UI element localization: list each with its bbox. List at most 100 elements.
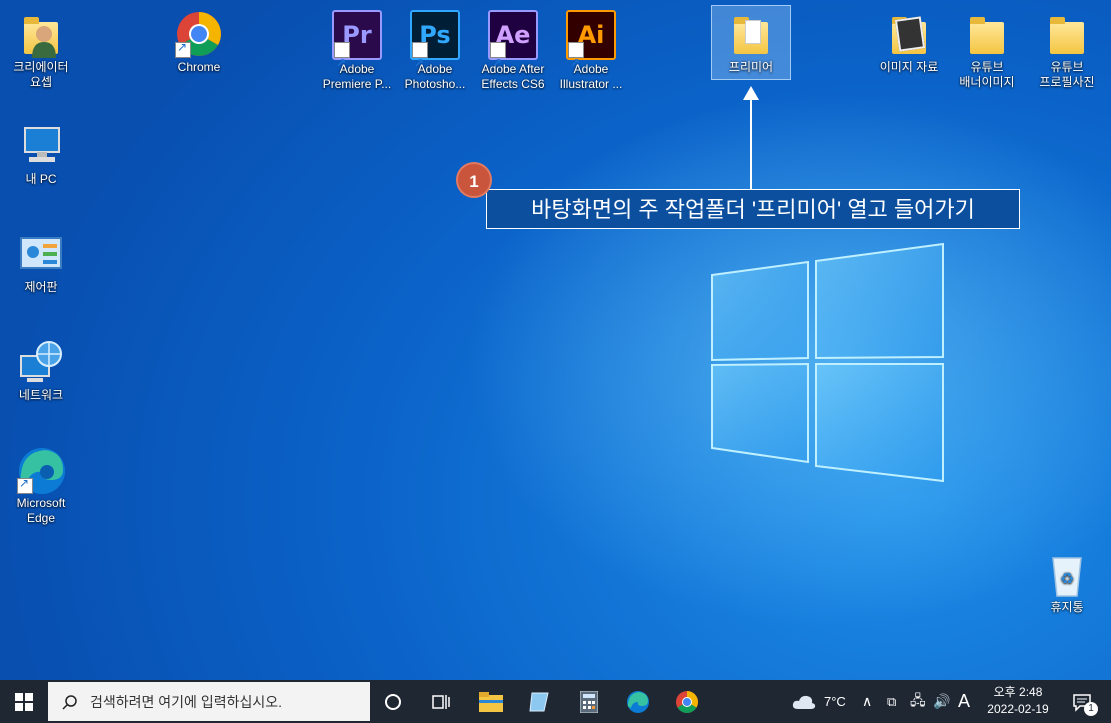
label-line-1: 크리에이터 — [13, 60, 69, 74]
label-line-1: 유튜브 — [970, 60, 1004, 74]
illustrator-icon: Ai — [566, 10, 616, 86]
taskbar: 검색하려면 여기에 입력하십시오. 7°C ∧ ⧉ 🖧 🔊 A 오후 2:48 … — [0, 680, 1111, 723]
shortcut-arrow-icon — [175, 40, 191, 58]
taskbar-clock[interactable]: 오후 2:48 2022-02-19 — [978, 684, 1058, 718]
desktop-icon-label: 크리에이터 요셉 — [2, 60, 80, 90]
callout-step-badge: 1 — [456, 162, 492, 198]
desktop-icon-label: 프리미어 — [728, 60, 774, 74]
label-line-2: 요셉 — [29, 75, 53, 89]
edge-icon — [17, 446, 65, 494]
desktop-icon-chrome[interactable]: Chrome — [160, 6, 238, 75]
cortana-circle-icon — [385, 693, 401, 710]
desktop-icon-image-assets[interactable]: 이미지 자료 — [870, 6, 948, 75]
taskbar-notepad[interactable] — [516, 680, 562, 723]
desktop-icon-youtube-banner[interactable]: 유튜브 배너이미지 — [948, 6, 1026, 90]
desktop-icon-label: 이미지 자료 — [879, 60, 939, 74]
desktop-icon-label: Adobe Premiere P... — [318, 62, 396, 92]
label-line-2: 배너이미지 — [959, 75, 1015, 89]
desktop-icon-this-pc[interactable]: 내 PC — [2, 118, 80, 187]
premiere-icon: Pr — [332, 10, 382, 86]
task-view-button[interactable] — [418, 680, 464, 723]
desktop-icon-youtube-profile[interactable]: 유튜브 프로필사진 — [1028, 6, 1106, 90]
taskbar-search-box[interactable]: 검색하려면 여기에 입력하십시오. — [48, 682, 370, 721]
start-button[interactable] — [0, 680, 48, 723]
cloud-icon — [792, 695, 816, 709]
taskbar-chrome[interactable] — [664, 680, 710, 723]
label-line-2: 프로필사진 — [1039, 75, 1095, 89]
show-hidden-icons[interactable]: ∧ — [862, 680, 872, 723]
input-method-indicator[interactable]: A — [958, 680, 970, 723]
shortcut-arrow-icon — [17, 476, 33, 494]
clock-date: 2022-02-19 — [987, 702, 1049, 716]
taskbar-calculator[interactable] — [566, 680, 612, 723]
chevron-up-icon: ∧ — [862, 693, 873, 709]
recycle-bin-icon: ♻ — [1043, 550, 1091, 598]
desktop-icon-label: 제어판 — [24, 280, 58, 294]
weather-widget[interactable]: 7°C — [792, 680, 846, 723]
task-view-icon — [432, 694, 450, 709]
control-panel-icon — [17, 230, 65, 278]
windows-start-icon — [15, 692, 33, 711]
desktop-icon-creator[interactable]: 크리에이터 요셉 — [2, 6, 80, 90]
volume-icon: 🔊 — [933, 693, 951, 709]
folder-icon — [963, 10, 1011, 58]
calculator-icon — [580, 690, 598, 713]
meet-now-icon: ⧉ — [887, 693, 897, 709]
chrome-icon — [676, 690, 698, 713]
notification-count-badge: 1 — [1084, 702, 1098, 716]
desktop-icon-premiere-folder[interactable]: 프리미어 — [711, 5, 791, 80]
desktop-icon-label: Chrome — [177, 60, 221, 74]
desktop-icon-label: Adobe Illustrator ... — [552, 62, 630, 92]
action-center-button[interactable]: 1 — [1062, 680, 1102, 723]
desktop-icon-label: Adobe Photosho... — [396, 62, 474, 92]
file-explorer-icon — [479, 691, 503, 712]
desktop-icon-label: 내 PC — [25, 172, 57, 186]
desktop-icon-label: 휴지통 — [1050, 600, 1084, 614]
search-icon — [62, 694, 77, 710]
cortana-button[interactable] — [370, 680, 416, 723]
chrome-icon — [175, 10, 223, 58]
desktop-icon-control-panel[interactable]: 제어판 — [2, 226, 80, 295]
callout-arrow-head — [743, 86, 759, 100]
tray-meet-now[interactable]: ⧉ — [887, 680, 896, 723]
tray-network[interactable]: 🖧 — [910, 680, 926, 723]
after-effects-icon: Ae — [488, 10, 538, 86]
network-status-icon: 🖧 — [910, 691, 926, 708]
desktop-icon-illustrator[interactable]: Ai AdobeIllustrator ... — [552, 6, 630, 92]
desktop-icon-label: Microsoft Edge — [2, 496, 80, 526]
windows-wallpaper-logo — [711, 242, 944, 483]
desktop-icon-photoshop[interactable]: Ps AdobePhotosho... — [396, 6, 474, 92]
label-line-1: Microsoft — [16, 496, 66, 510]
folder-icon — [727, 10, 775, 58]
desktop-icon-label: 네트워크 — [18, 388, 64, 402]
desktop-icon-label: Adobe After Effects CS6 — [474, 62, 552, 92]
desktop-icon-edge[interactable]: MicrosoftEdge — [2, 442, 80, 526]
label-line-2: Premiere P... — [322, 77, 392, 91]
folder-user-icon — [17, 10, 65, 58]
shortcut-arrow-icon — [334, 40, 350, 86]
shortcut-arrow-icon — [568, 40, 584, 86]
ime-label: A — [958, 691, 971, 711]
edge-icon — [627, 690, 649, 713]
taskbar-edge[interactable] — [614, 680, 662, 723]
desktop-icon-premiere[interactable]: Pr AdobePremiere P... — [318, 6, 396, 92]
folder-images-icon — [885, 10, 933, 58]
svg-text:♻: ♻ — [1060, 569, 1074, 588]
callout-instruction: 바탕화면의 주 작업폴더 '프리미어' 열고 들어가기 — [486, 189, 1020, 229]
shortcut-arrow-icon — [412, 40, 428, 86]
folder-icon — [1043, 10, 1091, 58]
desktop-icon-network[interactable]: 네트워크 — [2, 334, 80, 403]
network-icon — [17, 338, 65, 386]
label-line-1: 유튜브 — [1050, 60, 1084, 74]
notepad-icon — [529, 692, 549, 711]
taskbar-file-explorer[interactable] — [468, 680, 514, 723]
search-placeholder: 검색하려면 여기에 입력하십시오. — [90, 693, 282, 710]
desktop-icon-recycle-bin[interactable]: ♻ 휴지통 — [1028, 546, 1106, 615]
shortcut-arrow-icon — [490, 40, 506, 86]
photoshop-icon: Ps — [410, 10, 460, 86]
clock-time: 오후 2:48 — [993, 685, 1043, 699]
callout-arrow-line — [750, 98, 752, 190]
tray-volume[interactable]: 🔊 — [933, 680, 950, 723]
desktop-icon-after-effects[interactable]: Ae Adobe AfterEffects CS6 — [474, 6, 552, 92]
label-line-2: Effects CS6 — [481, 77, 545, 91]
